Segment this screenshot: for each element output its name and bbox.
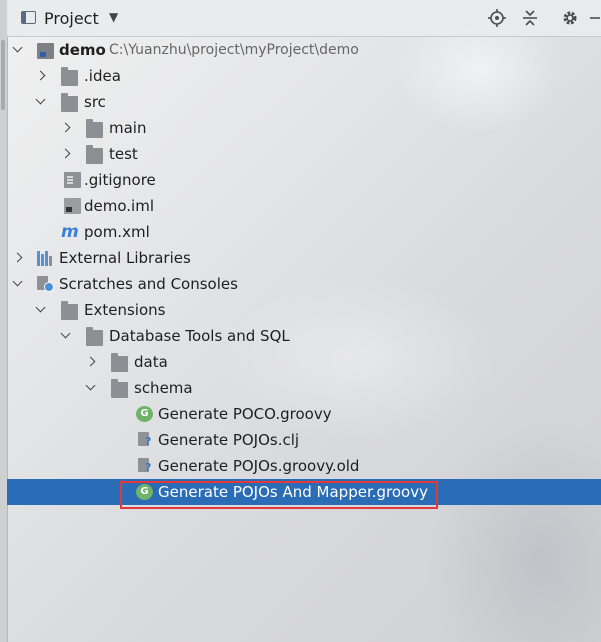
folder-icon (61, 301, 78, 320)
tree-row-external-libraries[interactable]: External Libraries (7, 245, 601, 271)
tree-label-pom: pom.xml (84, 223, 150, 241)
libraries-icon (37, 250, 54, 266)
gear-icon[interactable] (560, 8, 580, 28)
scratches-icon (37, 276, 54, 292)
tree-label-data: data (134, 353, 168, 371)
unknown-file-icon: ? (138, 458, 155, 474)
tree-row-file[interactable]: G Generate POCO.groovy (7, 401, 601, 427)
project-header: Project ▼ (7, 0, 601, 37)
chevron-right-icon[interactable] (34, 63, 48, 89)
left-strip-thumb[interactable] (1, 40, 5, 110)
tree-label-file: Generate POJOs.clj (158, 431, 300, 449)
hide-panel-icon[interactable] (590, 8, 600, 28)
tree-row-file[interactable]: ? Generate POJOs.clj (7, 427, 601, 453)
chevron-right-icon[interactable] (84, 349, 98, 375)
tree-row-main[interactable]: main (7, 115, 601, 141)
tree-row-file-selected[interactable]: G Generate POJOs And Mapper.groovy (7, 479, 601, 505)
text-file-icon (64, 172, 81, 188)
unknown-file-icon: ? (138, 432, 155, 448)
tree-label-demo-iml: demo.iml (84, 197, 154, 215)
chevron-down-icon[interactable] (11, 37, 25, 63)
folder-icon (61, 93, 78, 112)
tree-row-schema[interactable]: schema (7, 375, 601, 401)
tree-row-pom[interactable]: m pom.xml (7, 219, 601, 245)
module-icon (37, 43, 54, 59)
module-file-icon (64, 198, 81, 214)
chevron-down-icon[interactable] (11, 271, 25, 297)
chevron-down-icon[interactable] (34, 89, 48, 115)
tree-label-file: Generate POJOs And Mapper.groovy (158, 483, 428, 501)
folder-icon (86, 119, 103, 138)
chevron-right-icon[interactable] (11, 245, 25, 271)
locate-icon[interactable] (487, 8, 507, 28)
folder-icon (86, 327, 103, 346)
tree-label-extensions: Extensions (84, 301, 166, 319)
chevron-down-icon[interactable] (34, 297, 48, 323)
tree-label-src: src (84, 93, 106, 111)
project-tree: demo C:\Yuanzhu\project\myProject\demo .… (7, 36, 601, 505)
tree-label-gitignore: .gitignore (84, 171, 156, 189)
folder-icon (61, 67, 78, 86)
tree-row-extensions[interactable]: Extensions (7, 297, 601, 323)
tree-row-test[interactable]: test (7, 141, 601, 167)
tree-label-idea-text: idea (88, 67, 121, 85)
folder-icon (111, 353, 128, 372)
tree-label-file: Generate POCO.groovy (158, 405, 332, 423)
tree-label-external-libraries: External Libraries (59, 249, 191, 267)
tree-path-demo: C:\Yuanzhu\project\myProject\demo (109, 42, 359, 58)
folder-icon (86, 145, 103, 164)
tree-row-gitignore[interactable]: .gitignore (7, 167, 601, 193)
chevron-down-icon[interactable] (59, 323, 73, 349)
tree-label-schema: schema (134, 379, 193, 397)
collapse-all-icon[interactable] (520, 8, 540, 28)
tree-label-db-tools: Database Tools and SQL (109, 327, 290, 345)
tree-label-scratches: Scratches and Consoles (59, 275, 238, 293)
tree-row-demo-iml[interactable]: demo.iml (7, 193, 601, 219)
groovy-icon: G (136, 406, 153, 422)
tree-row-idea[interactable]: .idea (7, 63, 601, 89)
tree-row-file[interactable]: ? Generate POJOs.groovy.old (7, 453, 601, 479)
folder-icon (111, 379, 128, 398)
tree-row-scratches[interactable]: Scratches and Consoles (7, 271, 601, 297)
project-title[interactable]: Project (44, 9, 99, 28)
tree-label-file: Generate POJOs.groovy.old (158, 457, 360, 475)
maven-icon: m (61, 222, 79, 242)
chevron-down-icon[interactable]: ▼ (109, 10, 118, 24)
tree-row-demo[interactable]: demo C:\Yuanzhu\project\myProject\demo (7, 37, 601, 63)
tree-label-test: test (109, 145, 138, 163)
chevron-right-icon[interactable] (59, 141, 73, 167)
groovy-icon: G (136, 484, 153, 500)
tree-label-idea: .idea (84, 67, 121, 85)
tree-label-demo: demo (59, 41, 106, 59)
tree-row-data[interactable]: data (7, 349, 601, 375)
tree-row-db-tools[interactable]: Database Tools and SQL (7, 323, 601, 349)
chevron-down-icon[interactable] (84, 375, 98, 401)
window-icon (21, 11, 36, 24)
chevron-right-icon[interactable] (59, 115, 73, 141)
tree-row-src[interactable]: src (7, 89, 601, 115)
tree-label-main: main (109, 119, 147, 137)
